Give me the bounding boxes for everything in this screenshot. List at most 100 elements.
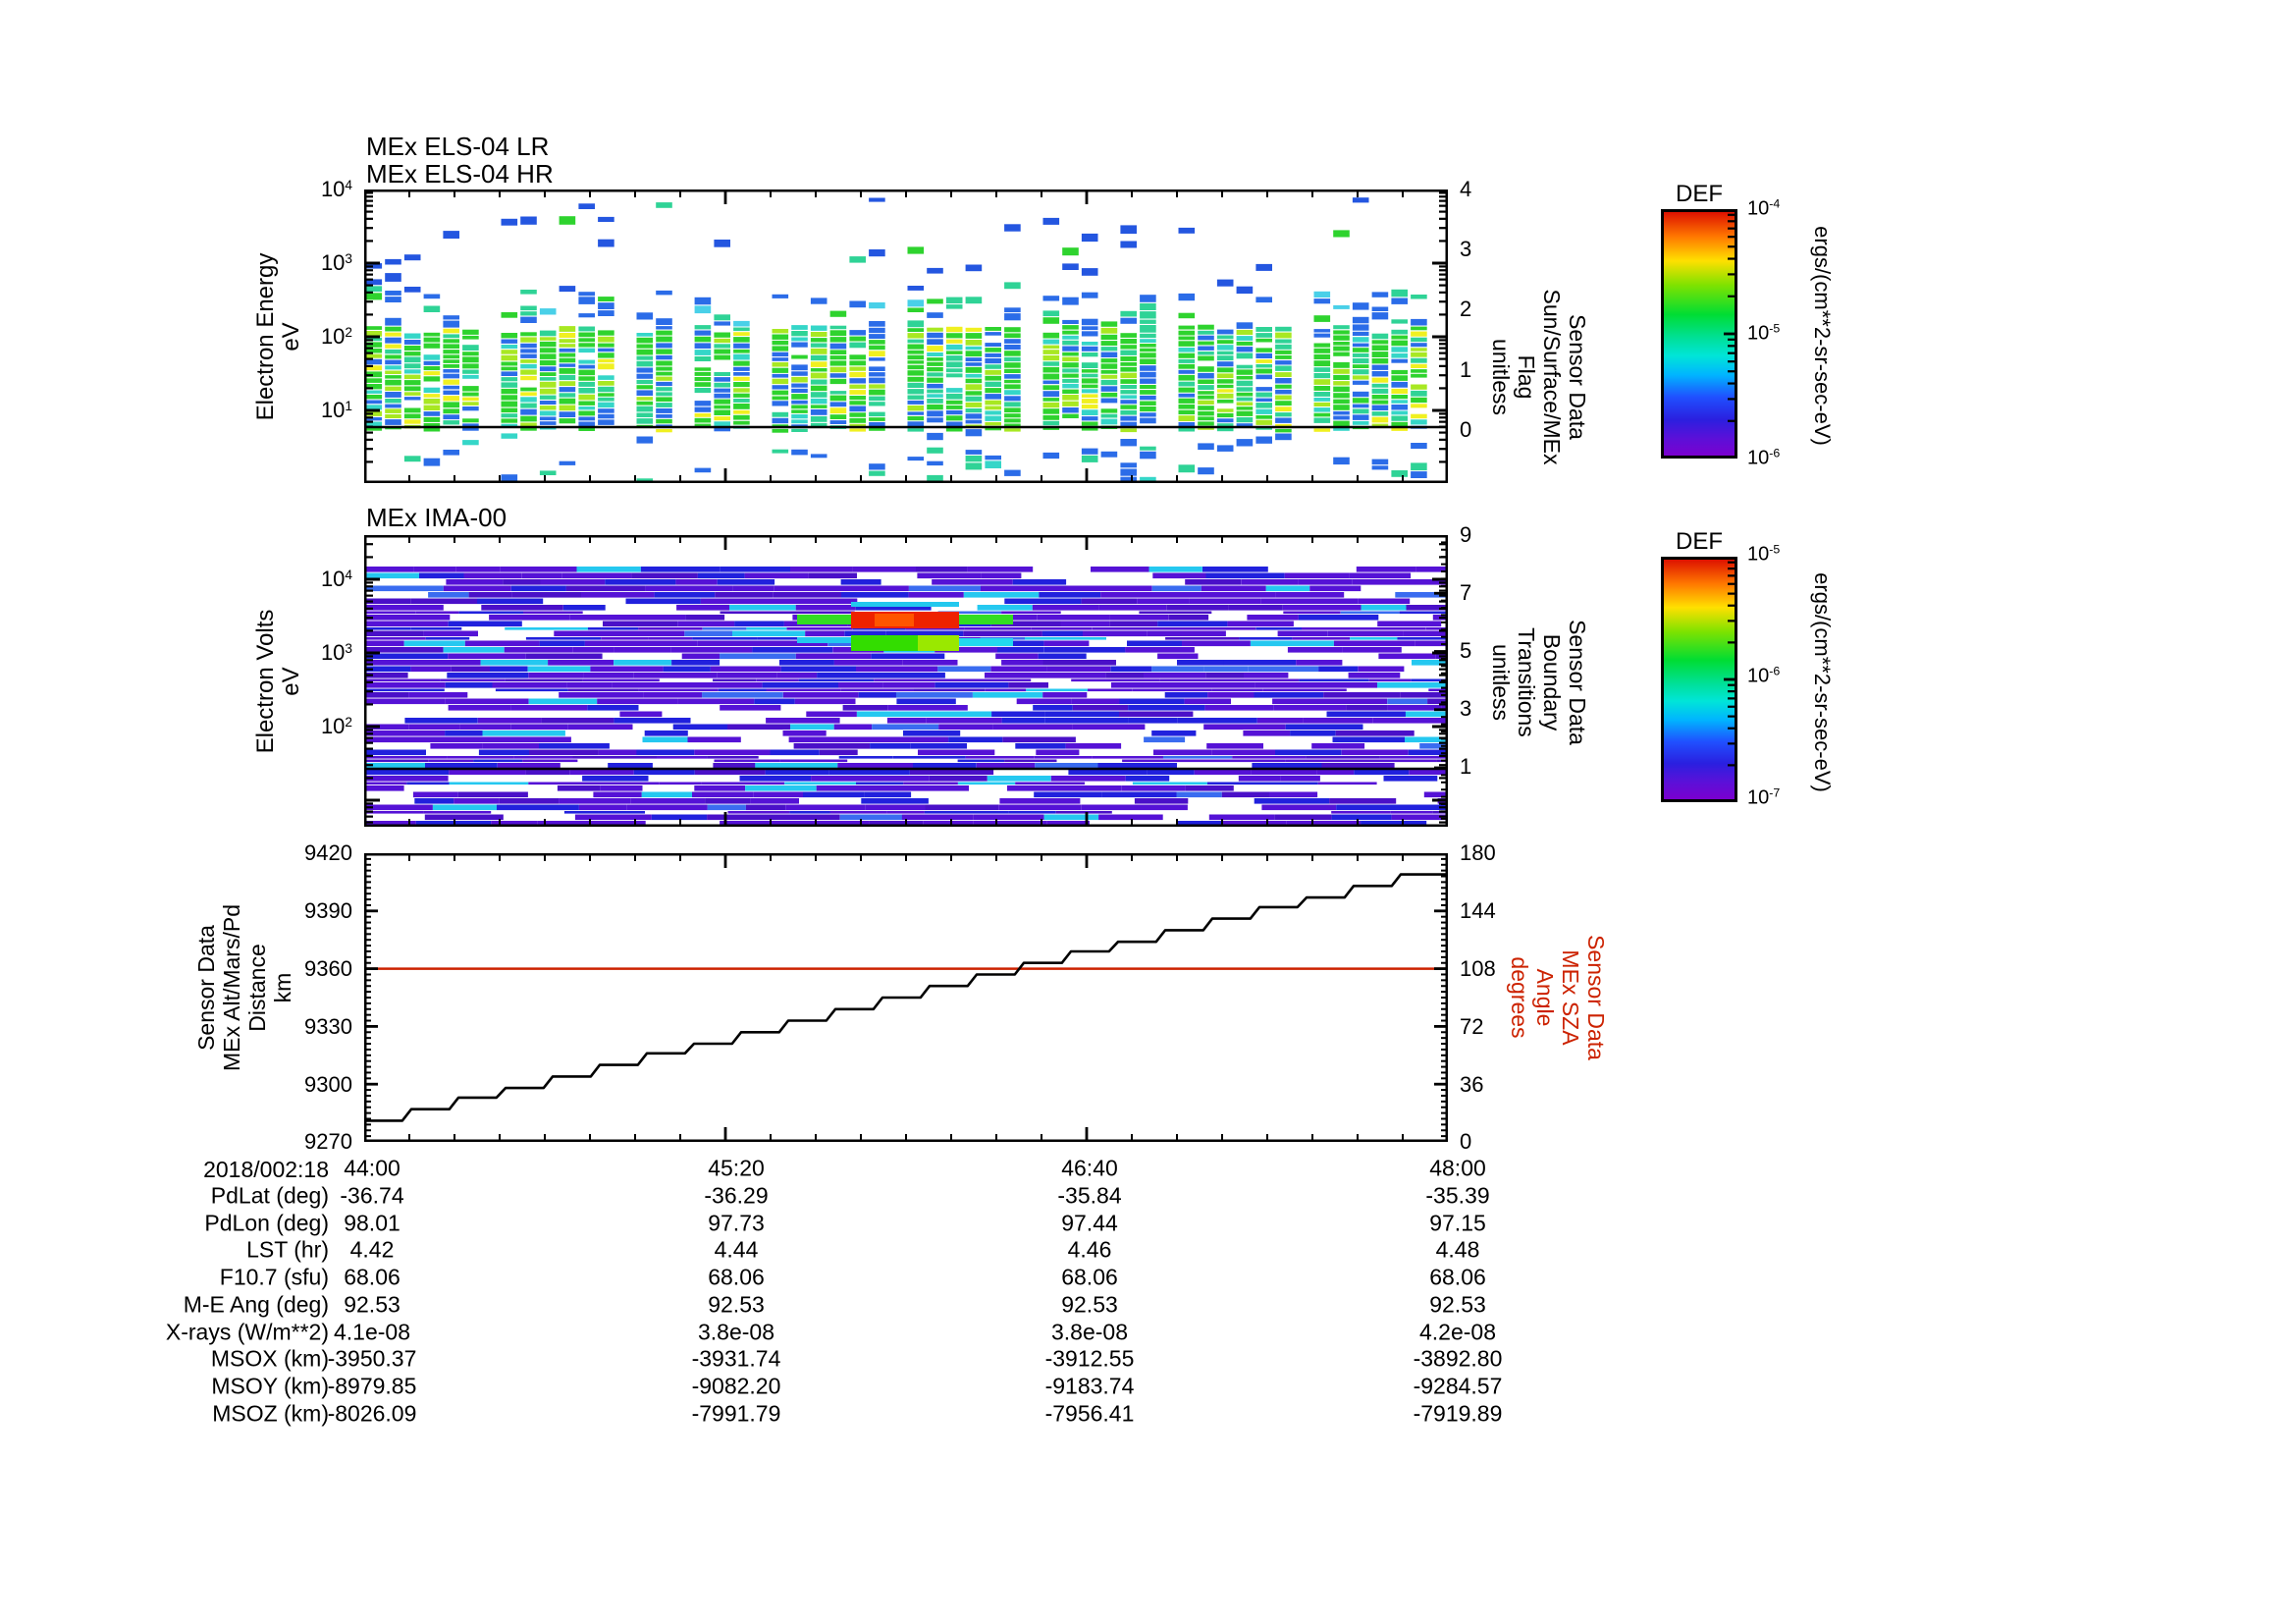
- alt-km-tick: 9270: [304, 1129, 352, 1154]
- table-cell: 4.1e-08: [333, 1319, 411, 1344]
- colorbar2-title: DEF: [1676, 528, 1723, 555]
- table-cell: 4.44: [714, 1236, 759, 1263]
- table-cell: -7919.89: [1413, 1400, 1503, 1427]
- colorbar1-tick-top: 10-4: [1747, 196, 1781, 220]
- table-cell: -9284.57: [1413, 1373, 1503, 1399]
- alt-sza-tick: 0: [1460, 1129, 1472, 1154]
- colorbar2-ticks: [1724, 561, 1735, 767]
- table-cell: 3.8e-08: [1050, 1319, 1129, 1344]
- ima-ytick: 103: [320, 640, 352, 665]
- time-tick-label: 45:20: [708, 1155, 765, 1181]
- time-tick-label: 46:40: [1061, 1155, 1118, 1181]
- table-row-label: MSOX (km): [210, 1345, 329, 1372]
- alt-km-tick: 9420: [304, 840, 352, 865]
- time-tick-label: 48:00: [1429, 1155, 1486, 1181]
- ima-right-axis-label: Sensor Data Boundary Transitions unitless: [1488, 620, 1590, 745]
- table-row-label: LST (hr): [246, 1236, 329, 1263]
- table-cell: 3.8e-08: [697, 1319, 775, 1344]
- table-row-label: PdLon (deg): [204, 1210, 329, 1236]
- table-row-label: PdLat (deg): [210, 1182, 329, 1209]
- els-ytick: 103: [320, 250, 352, 275]
- date-label: 2018/002:18: [203, 1157, 329, 1182]
- table-cell: 98.01: [344, 1210, 400, 1236]
- ima-boundary-tick: 7: [1460, 580, 1472, 605]
- table-cell: -36.74: [340, 1182, 404, 1209]
- alt-km-tick: 9360: [304, 956, 352, 981]
- colorbar2-tick-mid: 10-6: [1747, 664, 1781, 687]
- ima-boundary-tick: 1: [1460, 754, 1472, 779]
- table-row-label: MSOY (km): [211, 1373, 329, 1399]
- table-row-label: M-E Ang (deg): [183, 1291, 329, 1318]
- colorbar1-ticks: [1724, 213, 1735, 422]
- table-cell: 4.42: [349, 1236, 395, 1263]
- altitude-sza-panel: [364, 853, 1448, 1142]
- alt-sza-tick: 36: [1460, 1072, 1484, 1097]
- els-y-axis-label: Electron Energy eV: [252, 252, 304, 421]
- table-cell: 68.06: [1061, 1264, 1118, 1290]
- ima-boundary-tick: 9: [1460, 522, 1472, 547]
- table-row-label: F10.7 (sfu): [219, 1264, 329, 1290]
- table-cell: 92.53: [1429, 1291, 1486, 1318]
- table-cell: -3892.80: [1413, 1345, 1503, 1372]
- table-row-label: MSOZ (km): [212, 1400, 329, 1427]
- els-ytick: 101: [320, 398, 352, 422]
- colorbar2-tick-bottom: 10-7: [1747, 785, 1781, 809]
- table-cell: -35.84: [1057, 1182, 1122, 1209]
- table-cell: -7991.79: [691, 1400, 781, 1427]
- colorbar2-units: ergs/(cm**2-sr-sec-eV): [1810, 572, 1835, 792]
- alt-km-tick: 9300: [304, 1072, 352, 1097]
- els-spectrogram-cells: [365, 197, 1427, 483]
- els-flag-tick: 1: [1460, 357, 1472, 382]
- els-spectrogram-panel: [364, 189, 1448, 483]
- colorbar1-tick-bottom: 10-6: [1747, 446, 1781, 469]
- ima-boundary-tick: 3: [1460, 696, 1472, 721]
- table-cell: 4.2e-08: [1418, 1319, 1497, 1344]
- alt-y-axis-label: Sensor Data MEx Alt/Mars/Pd Distance km: [193, 904, 295, 1071]
- ima-y-axis-label: Electron Volts eV: [252, 609, 304, 754]
- table-cell: -36.29: [704, 1182, 769, 1209]
- ima-title: MEx IMA-00: [366, 503, 507, 532]
- altitude-staircase-line: [364, 873, 1448, 1122]
- els-title-hr: MEx ELS-04 HR: [366, 159, 554, 189]
- els-right-axis-label: Sensor Data Sun/Surface/MEx Flag unitless: [1488, 289, 1590, 465]
- alt-km-tick: 9330: [304, 1014, 352, 1039]
- els-ytick: 102: [320, 324, 352, 349]
- ima-spectrogram-panel: [364, 535, 1448, 827]
- table-cell: 68.06: [708, 1264, 765, 1290]
- alt-sza-tick: 144: [1460, 898, 1496, 923]
- table-cell: -9082.20: [691, 1373, 781, 1399]
- table-cell: -3912.55: [1044, 1345, 1135, 1372]
- table-cell: 97.73: [708, 1210, 765, 1236]
- colorbar1-units: ergs/(cm**2-sr-sec-eV): [1810, 226, 1835, 446]
- table-cell: -3931.74: [691, 1345, 781, 1372]
- table-cell: 92.53: [1061, 1291, 1118, 1318]
- alt-sza-tick: 108: [1460, 956, 1496, 981]
- table-cell: 4.46: [1067, 1236, 1112, 1263]
- colorbar1-tick-mid: 10-5: [1747, 321, 1781, 345]
- colorbar1-title: DEF: [1676, 181, 1723, 207]
- table-cell: -8026.09: [327, 1400, 417, 1427]
- table-cell: 92.53: [708, 1291, 765, 1318]
- table-cell: -3950.37: [327, 1345, 417, 1372]
- ima-ytick: 104: [320, 567, 352, 591]
- els-ytick: 104: [320, 177, 352, 201]
- ima-boundary-tick: 5: [1460, 638, 1472, 663]
- alt-sza-tick: 180: [1460, 840, 1496, 865]
- table-cell: 4.48: [1435, 1236, 1480, 1263]
- table-cell: 97.15: [1429, 1210, 1486, 1236]
- colorbar2-tick-top: 10-5: [1747, 542, 1781, 566]
- table-row-label: X-rays (W/m**2): [165, 1319, 329, 1344]
- alt-sza-tick: 72: [1460, 1014, 1484, 1039]
- table-cell: 68.06: [1429, 1264, 1486, 1290]
- table-cell: -35.39: [1425, 1182, 1490, 1209]
- spectrogram-figure: MEx ELS-04 LR MEx ELS-04 HR MEx IMA-00 E…: [0, 0, 2296, 1623]
- els-flag-tick: 0: [1460, 417, 1472, 442]
- ima-ytick: 102: [320, 714, 352, 738]
- alt-km-tick: 9390: [304, 898, 352, 923]
- table-cell: 68.06: [344, 1264, 400, 1290]
- time-tick-label: 44:00: [344, 1155, 400, 1181]
- els-flag-tick: 4: [1460, 177, 1472, 201]
- table-cell: 97.44: [1061, 1210, 1118, 1236]
- table-cell: -8979.85: [327, 1373, 417, 1399]
- table-cell: -9183.74: [1044, 1373, 1135, 1399]
